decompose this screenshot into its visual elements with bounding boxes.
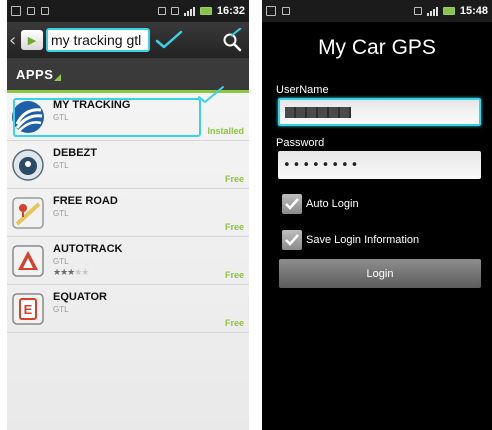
- download-icon: [27, 7, 35, 15]
- app-status: Free: [224, 318, 244, 328]
- notification-icon: [11, 6, 21, 16]
- autotrack-app-icon: [12, 245, 44, 277]
- section-title: APPS: [16, 66, 54, 82]
- network-type-icon: [413, 7, 422, 15]
- app-status: Free: [224, 222, 244, 232]
- alarm-icon: [157, 7, 166, 15]
- section-corner-marker: [54, 73, 62, 81]
- signal-icon: [426, 6, 438, 16]
- app-name: DEBEZT: [53, 147, 97, 159]
- auto-login-label: Auto Login: [306, 198, 359, 210]
- app-title: My Car GPS: [318, 36, 436, 59]
- app-status: Free: [224, 270, 244, 280]
- search-icon[interactable]: [221, 28, 243, 52]
- debezt-app-icon: [12, 149, 44, 181]
- search-query: my tracking gtl: [51, 32, 142, 48]
- password-field[interactable]: ••••••••: [278, 151, 481, 179]
- market-logo-icon[interactable]: ▶: [21, 30, 43, 50]
- status-time: 15:48: [459, 5, 488, 17]
- checkbox[interactable]: [282, 194, 302, 214]
- usb-icon: [282, 7, 290, 15]
- back-icon[interactable]: ‹: [9, 30, 19, 51]
- status-time: 16:32: [216, 5, 245, 17]
- annotation-check-icon: [198, 86, 224, 103]
- app-status: Installed: [207, 126, 244, 136]
- app-row-my-tracking[interactable]: MY TRACKING GTL Installed: [7, 86, 249, 141]
- signal-icon: [183, 6, 195, 16]
- app-row-debezt[interactable]: DEBEZT GTL Free: [7, 141, 249, 189]
- app-status: Free: [224, 174, 244, 184]
- search-input[interactable]: my tracking gtl: [46, 28, 150, 52]
- svg-text:E: E: [24, 302, 33, 317]
- password-label: Password: [276, 137, 325, 149]
- app-developer: GTL: [53, 257, 69, 266]
- market-screen: 16:32 ‹ ▶ my tracking gtl APPS MY TRACKI…: [7, 0, 249, 430]
- login-button[interactable]: Login: [279, 259, 481, 288]
- app-developer: GTL: [53, 161, 69, 170]
- checkmark-icon: [285, 234, 299, 246]
- save-login-label: Save Login Information: [306, 234, 420, 246]
- rating-stars: ★★★★★: [53, 268, 89, 278]
- star-icon: ★: [81, 268, 89, 278]
- app-row-equator[interactable]: E EQUATOR GTL Free: [7, 285, 249, 333]
- password-value: ••••••••: [283, 157, 361, 173]
- annotation-highlight-box: [13, 98, 201, 137]
- app-developer: GTL: [53, 305, 69, 314]
- battery-icon: [442, 7, 455, 15]
- network-type-icon: [170, 7, 179, 15]
- app-row-autotrack[interactable]: AUTOTRACK GTL ★★★★★ Free: [7, 237, 249, 285]
- status-bar: 15:48: [262, 0, 492, 22]
- status-bar: 16:32: [7, 0, 249, 22]
- notification-icon: [266, 6, 276, 16]
- free-road-app-icon: [12, 197, 44, 229]
- checkbox[interactable]: [282, 230, 302, 250]
- app-developer: GTL: [53, 209, 69, 218]
- save-login-checkbox[interactable]: Save Login Information: [282, 230, 419, 250]
- login-screen: 15:48 My Car GPS UserName Password •••••…: [262, 0, 492, 430]
- username-label: UserName: [276, 84, 329, 96]
- checkmark-icon: [285, 198, 299, 210]
- app-name: AUTOTRACK: [53, 243, 123, 255]
- equator-app-icon: E: [12, 293, 44, 325]
- battery-icon: [199, 7, 212, 15]
- app-row-free-road[interactable]: FREE ROAD GTL Free: [7, 189, 249, 237]
- app-name: FREE ROAD: [53, 195, 118, 207]
- username-field[interactable]: [278, 98, 481, 126]
- usb-icon: [41, 7, 49, 15]
- app-list: MY TRACKING GTL Installed DEBEZT GTL Fre…: [7, 86, 249, 430]
- annotation-check-icon: [155, 30, 183, 49]
- market-header: ‹ ▶ my tracking gtl: [7, 22, 249, 58]
- username-redacted-value: [285, 106, 351, 118]
- auto-login-checkbox[interactable]: Auto Login: [282, 194, 359, 214]
- app-name: EQUATOR: [53, 291, 107, 303]
